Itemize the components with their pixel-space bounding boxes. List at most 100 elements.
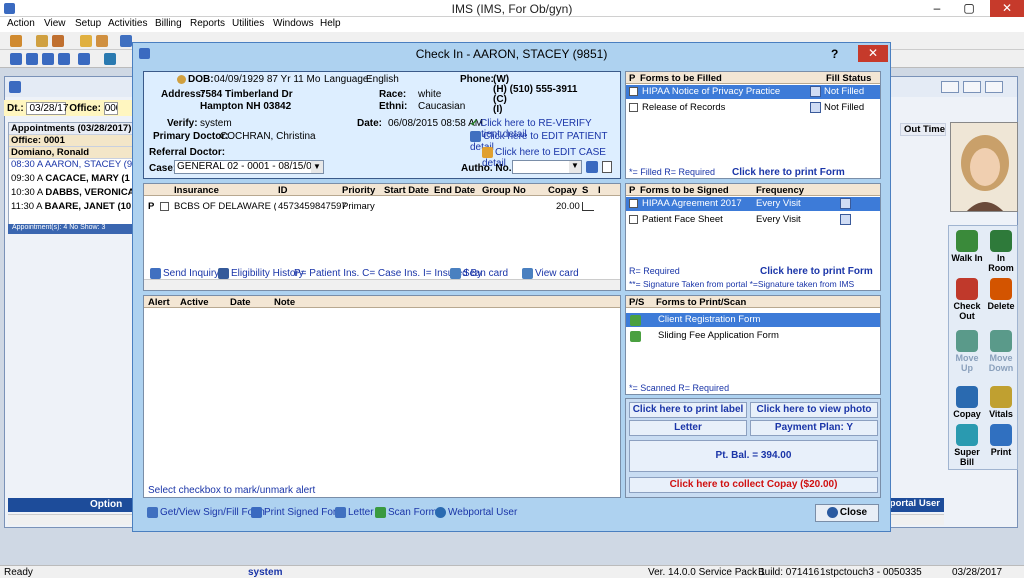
office-field[interactable]: 0001: [103, 102, 118, 115]
last-record-icon[interactable]: [58, 53, 70, 65]
print-label-button[interactable]: Click here to print label: [629, 402, 747, 418]
move-down-button[interactable]: Move Down: [985, 330, 1017, 373]
webportal-user-button[interactable]: Webportal User: [435, 507, 517, 518]
menu-utilities[interactable]: Utilities: [232, 18, 264, 29]
next-record-icon[interactable]: [42, 53, 54, 65]
delete-button[interactable]: Delete: [985, 278, 1017, 311]
move-up-button[interactable]: Move Up: [951, 330, 983, 373]
form-to-fill-checkbox[interactable]: [629, 103, 638, 112]
toolbar-user-icon[interactable]: [10, 35, 22, 47]
menu-activities[interactable]: Activities: [108, 18, 147, 29]
eligibility-history-link[interactable]: Eligibility History: [218, 268, 304, 279]
insurance-checkbox[interactable]: [160, 202, 169, 211]
menu-windows[interactable]: Windows: [273, 18, 314, 29]
menu-view[interactable]: View: [44, 18, 66, 29]
print-scan-form-row[interactable]: Client Registration Form: [626, 313, 880, 327]
print-signed-icon: [251, 507, 262, 518]
child-restore-button[interactable]: [963, 81, 981, 93]
sign-form-icon[interactable]: [840, 214, 851, 225]
fill-form-icon[interactable]: [810, 86, 821, 97]
sign-form-icon[interactable]: [840, 198, 851, 209]
collect-copay-button[interactable]: Click here to collect Copay ($20.00): [629, 477, 878, 493]
provider-row: Domiano, Ronald: [9, 147, 133, 159]
vitals-button[interactable]: Vitals: [985, 386, 1017, 419]
toolbar-patient-icon[interactable]: [36, 35, 48, 47]
autho-new-icon[interactable]: [602, 161, 612, 173]
patient-photo[interactable]: [950, 122, 1018, 212]
sort-icon[interactable]: [78, 53, 90, 65]
case-select[interactable]: GENERAL 02 - 0001 - 08/15/08 ▼: [174, 160, 324, 174]
minimize-button[interactable]: –: [924, 0, 950, 17]
phone-other: (I): [493, 104, 503, 115]
child-close-button[interactable]: [985, 81, 1003, 93]
check-out-button[interactable]: Check Out: [951, 278, 983, 321]
get-view-sign-form-button[interactable]: Get/View Sign/Fill Form: [147, 507, 265, 518]
forms-to-fill-panel: P Forms to be Filled Fill Status HIPAA N…: [625, 71, 881, 179]
form-to-sign-row[interactable]: HIPAA Agreement 2017 Every Visit: [626, 197, 880, 211]
form-to-fill-row[interactable]: Release of Records Not Filled: [626, 101, 880, 115]
scan-card-link[interactable]: Scan card: [450, 268, 508, 279]
toolbar-edit-icon[interactable]: [52, 35, 64, 47]
fill-form-icon[interactable]: [810, 102, 821, 113]
insurance-row[interactable]: P BCBS OF DELAWARE (3 4573459847597 Prim…: [146, 201, 618, 215]
appointment-row[interactable]: 09:30 A CACACE, MARY (1: [9, 173, 133, 187]
form-to-fill-checkbox[interactable]: [629, 87, 638, 96]
send-inquiry-link[interactable]: Send Inquiry: [150, 268, 219, 279]
autho-select[interactable]: ▼: [512, 160, 582, 174]
close-window-button[interactable]: ✕: [990, 0, 1024, 17]
address-line1: 7584 Timberland Dr: [200, 89, 293, 100]
form-to-sign-checkbox[interactable]: [629, 215, 638, 224]
print-scan-form-row[interactable]: Sliding Fee Application Form: [626, 329, 880, 343]
form-to-fill-row[interactable]: HIPAA Notice of Privacy Practice Not Fil…: [626, 85, 880, 99]
view-photo-button[interactable]: Click here to view photo: [750, 402, 878, 418]
menu-bar: Action View Setup Activities Billing Rep…: [0, 17, 1024, 32]
view-card-link[interactable]: View card: [522, 268, 579, 279]
autho-edit-icon[interactable]: [586, 161, 598, 173]
maximize-button[interactable]: ▢: [956, 0, 982, 17]
letter-button[interactable]: Letter: [629, 420, 747, 436]
menu-setup[interactable]: Setup: [75, 18, 101, 29]
menu-action[interactable]: Action: [7, 18, 35, 29]
walk-in-button[interactable]: Walk In: [951, 230, 983, 263]
menu-billing[interactable]: Billing: [155, 18, 182, 29]
refresh-icon[interactable]: [104, 53, 116, 65]
patient-photo-image: [951, 123, 1017, 211]
toolbar-folder-icon[interactable]: [80, 35, 92, 47]
insurance-horizontal-scrollbar[interactable]: [144, 279, 620, 290]
copay-chart-icon[interactable]: [582, 202, 594, 211]
child-minimize-button[interactable]: [941, 81, 959, 93]
alerts-header: Alert Active Date Note: [144, 296, 620, 308]
print-button[interactable]: Print: [985, 424, 1017, 457]
menu-reports[interactable]: Reports: [190, 18, 225, 29]
form-to-sign-checkbox[interactable]: [629, 199, 638, 208]
menu-help[interactable]: Help: [320, 18, 341, 29]
schedule-horizontal-scrollbar[interactable]: [8, 514, 134, 525]
close-icon: [826, 506, 838, 518]
appointment-row[interactable]: 11:30 A BAARE, JANET (10: [9, 201, 133, 215]
super-bill-button[interactable]: Super Bill: [951, 424, 983, 467]
toolbar-calendar-icon[interactable]: [120, 35, 132, 47]
side-action-panel: Walk In In Room Check Out Delete Move Up…: [948, 225, 1018, 470]
form-to-sign-row[interactable]: Patient Face Sheet Every Visit: [626, 213, 880, 227]
print-sign-form-link[interactable]: Click here to print Form: [760, 266, 873, 277]
dialog-close-button[interactable]: ✕: [858, 45, 888, 62]
right-horizontal-scrollbar[interactable]: [884, 514, 944, 525]
letter-link[interactable]: Letter: [335, 507, 374, 518]
copay-button[interactable]: Copay: [951, 386, 983, 419]
dialog-help-button[interactable]: ?: [831, 47, 845, 61]
first-record-icon[interactable]: [10, 53, 22, 65]
super-bill-icon: [956, 424, 978, 446]
date-field[interactable]: 03/28/17: [26, 102, 68, 115]
print-fill-form-link[interactable]: Click here to print Form: [732, 167, 845, 178]
scan-form-button[interactable]: Scan Form: [375, 507, 437, 518]
print-signed-form-button[interactable]: Print Signed Form: [251, 507, 345, 518]
option-button[interactable]: Option: [90, 499, 122, 510]
appointment-row[interactable]: 10:30 A DABBS, VERONICA: [9, 187, 133, 201]
previous-record-icon[interactable]: [26, 53, 38, 65]
insurance-header: Insurance ID Priority Start Date End Dat…: [144, 184, 620, 196]
payment-plan-button[interactable]: Payment Plan: Y: [750, 420, 878, 436]
toolbar-note-icon[interactable]: [96, 35, 108, 47]
close-button[interactable]: Close: [815, 504, 879, 522]
in-room-button[interactable]: In Room: [985, 230, 1017, 273]
appointment-row[interactable]: 08:30 A AARON, STACEY (98: [9, 159, 133, 173]
